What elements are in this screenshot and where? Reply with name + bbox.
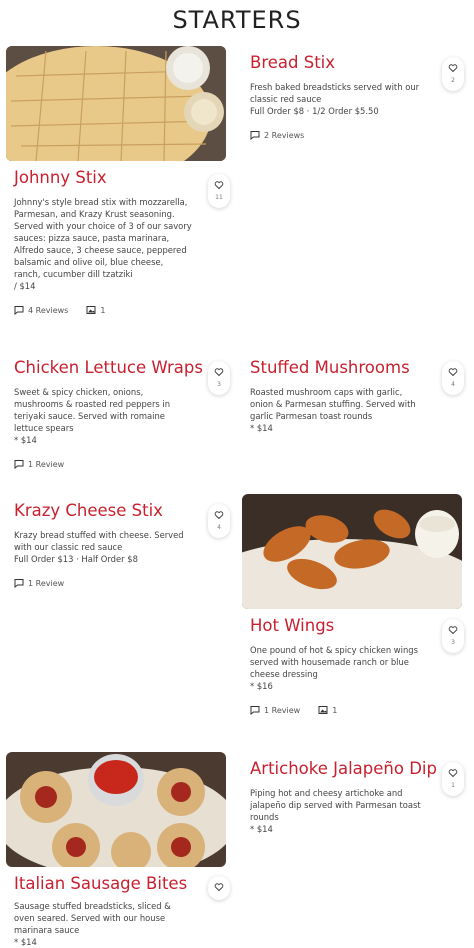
item-description: Sweet & spicy chicken, onions, mushrooms… — [14, 387, 171, 433]
like-count: 1 — [451, 782, 455, 789]
item-description: Roasted mushroom caps with garlic, onion… — [250, 387, 416, 421]
menu-item-artichoke-jalapeno-dip[interactable]: Artichoke Jalapeño Dip Piping hot and ch… — [250, 759, 470, 835]
item-meta: 1 Review — [14, 458, 234, 470]
comment-icon[interactable] — [250, 705, 260, 716]
like-count: 3 — [217, 381, 221, 388]
favorite-button[interactable]: 3 — [442, 619, 464, 653]
item-meta: 4 Reviews 1 — [14, 304, 234, 316]
like-count: 2 — [451, 77, 455, 84]
heart-icon — [448, 626, 458, 635]
item-name: Johnny Stix — [14, 168, 107, 187]
heart-icon — [448, 769, 458, 778]
like-count: 4 — [217, 524, 221, 531]
like-count: 3 — [451, 639, 455, 646]
favorite-button[interactable]: 11 — [208, 174, 230, 208]
photos-count[interactable]: 1 — [100, 306, 105, 315]
item-price: * $16 — [250, 681, 273, 691]
item-description: Fresh baked breadsticks served with our … — [250, 82, 420, 104]
photo-icon[interactable] — [86, 305, 96, 315]
item-price: * $14 — [250, 423, 273, 433]
item-price: * $14 — [14, 937, 37, 947]
menu-photo-hot-wings[interactable] — [242, 494, 462, 609]
reviews-link[interactable]: 2 Reviews — [264, 131, 304, 140]
heart-icon — [448, 64, 458, 73]
menu-item-hot-wings[interactable]: Hot Wings One pound of hot & spicy chick… — [250, 616, 470, 716]
heart-icon — [214, 883, 224, 892]
photos-count[interactable]: 1 — [332, 706, 337, 715]
favorite-button[interactable]: 4 — [442, 361, 464, 395]
favorite-button[interactable]: 3 — [208, 361, 230, 395]
comment-icon[interactable] — [14, 578, 24, 589]
item-name: Hot Wings — [250, 616, 335, 635]
heart-icon — [448, 368, 458, 377]
favorite-button[interactable]: 2 — [442, 57, 464, 91]
item-description: Krazy bread stuffed with cheese. Served … — [14, 530, 184, 552]
heart-icon — [214, 511, 224, 520]
menu-photo-bread-stix[interactable] — [6, 46, 226, 161]
comment-icon[interactable] — [14, 459, 24, 470]
menu-item-johnny-stix[interactable]: Johnny Stix Johnny's style bread stix wi… — [14, 168, 234, 316]
comment-icon[interactable] — [250, 130, 260, 141]
item-price: Full Order $13 · Half Order $8 — [14, 554, 138, 564]
heart-icon — [214, 368, 224, 377]
item-price: * $14 — [250, 824, 273, 834]
item-price: * $14 — [14, 435, 37, 445]
menu-item-bread-stix[interactable]: Bread Stix Fresh baked breadsticks serve… — [250, 53, 470, 141]
hot-wings-photo — [242, 494, 462, 609]
bread-stix-photo — [6, 46, 226, 161]
page-title: STARTERS — [172, 6, 302, 34]
favorite-button[interactable]: 1 — [442, 762, 464, 796]
reviews-link[interactable]: 1 Review — [28, 579, 64, 588]
menu-item-chicken-lettuce-wraps[interactable]: Chicken Lettuce Wraps Sweet & spicy chic… — [14, 358, 234, 470]
reviews-link[interactable]: 4 Reviews — [28, 306, 68, 315]
item-meta: 1 Review — [14, 577, 234, 589]
reviews-link[interactable]: 1 Review — [28, 460, 64, 469]
menu-item-italian-sausage-bites[interactable]: Italian Sausage Bites Sausage stuffed br… — [14, 874, 234, 948]
item-name: Artichoke Jalapeño Dip — [250, 759, 437, 778]
italian-sausage-bites-photo — [6, 752, 226, 867]
item-name: Krazy Cheese Stix — [14, 501, 163, 520]
heart-icon — [214, 181, 224, 190]
comment-icon[interactable] — [14, 305, 24, 316]
item-price: / $14 — [14, 281, 36, 291]
like-count: 4 — [451, 381, 455, 388]
item-price: Full Order $8 · 1/2 Order $5.50 — [250, 106, 379, 116]
reviews-link[interactable]: 1 Review — [264, 706, 300, 715]
item-name: Stuffed Mushrooms — [250, 358, 410, 377]
menu-photo-italian-sausage-bites[interactable] — [6, 752, 226, 867]
menu-item-krazy-cheese-stix[interactable]: Krazy Cheese Stix Krazy bread stuffed wi… — [14, 501, 234, 589]
item-name: Chicken Lettuce Wraps — [14, 358, 203, 377]
favorite-button[interactable] — [208, 876, 230, 900]
item-meta: 1 Review 1 — [250, 704, 470, 716]
item-description: Sausage stuffed breadsticks, sliced & ov… — [14, 901, 171, 935]
menu-item-stuffed-mushrooms[interactable]: Stuffed Mushrooms Roasted mushroom caps … — [250, 358, 470, 434]
item-name: Italian Sausage Bites — [14, 874, 188, 893]
item-meta: 2 Reviews — [250, 129, 470, 141]
photo-icon[interactable] — [318, 705, 328, 715]
like-count: 11 — [215, 194, 223, 201]
item-description: Johnny's style bread stix with mozzarell… — [14, 197, 192, 279]
favorite-button[interactable]: 4 — [208, 504, 230, 538]
item-description: One pound of hot & spicy chicken wings s… — [250, 645, 418, 679]
item-name: Bread Stix — [250, 53, 336, 72]
item-description: Piping hot and cheesy artichoke and jala… — [250, 788, 421, 822]
